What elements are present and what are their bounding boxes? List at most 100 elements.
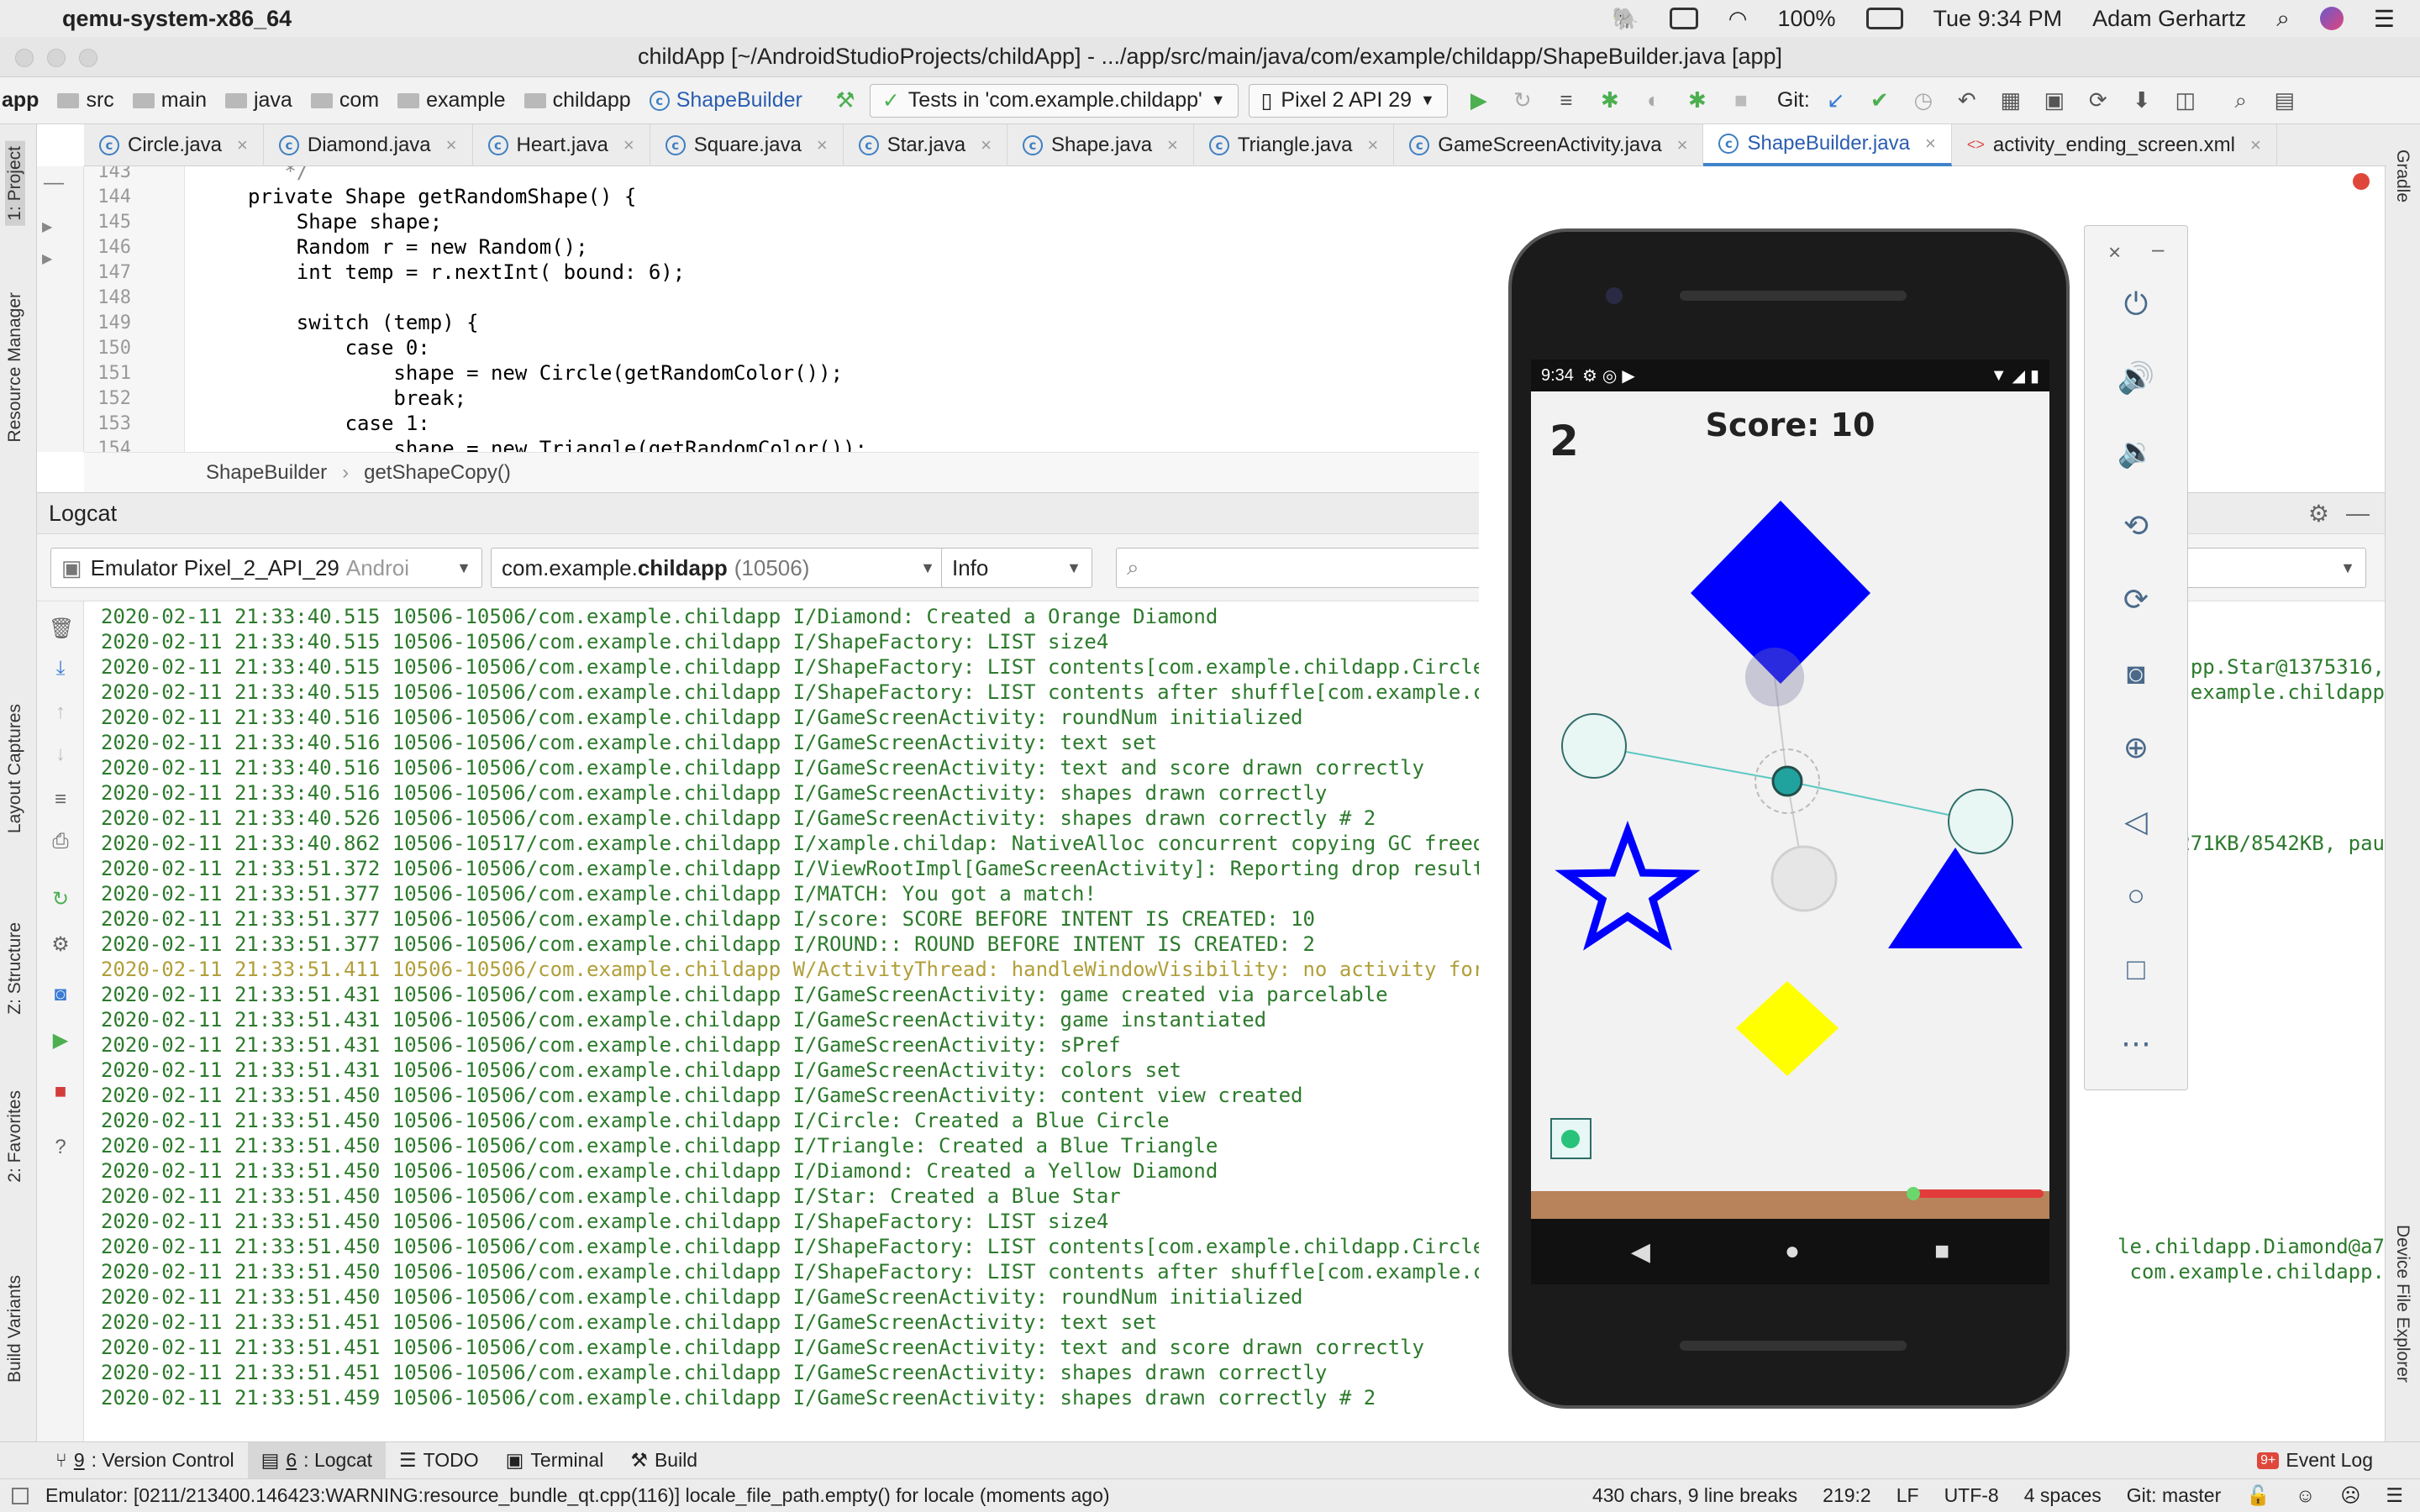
build-tool-button[interactable]: ⚒ Build xyxy=(617,1442,711,1479)
close-window-button[interactable] xyxy=(15,49,34,67)
todo-tool-button[interactable]: ☰ TODO xyxy=(386,1442,492,1479)
restart-icon[interactable]: ↻ xyxy=(49,887,72,911)
back-icon[interactable]: ◀ xyxy=(1631,1237,1650,1267)
tab-activity-ending-screen-xml[interactable]: <> activity_ending_screen.xml × xyxy=(1952,123,2277,166)
close-icon[interactable]: × xyxy=(1677,134,1688,156)
back-icon[interactable]: ◁ xyxy=(2115,804,2157,846)
volume-up-icon[interactable]: 🔊 xyxy=(2115,360,2157,402)
device-dropdown[interactable]: ▯ Pixel 2 API 29 ▼ xyxy=(1248,83,1448,118)
run-config-dropdown[interactable]: ✓ Tests in 'com.example.childapp' ▼ xyxy=(869,83,1239,118)
camera-icon[interactable]: ◙ xyxy=(2115,656,2157,698)
menu-app-name[interactable]: qemu-system-x86_64 xyxy=(62,6,292,32)
notification-center-icon[interactable]: ☰ xyxy=(2374,5,2395,33)
airplay-icon[interactable] xyxy=(1669,8,1698,29)
tab-star-java[interactable]: c Star.java × xyxy=(844,123,1007,166)
collapse-icon[interactable]: — xyxy=(44,171,64,195)
power-icon[interactable]: ⏻ xyxy=(2115,286,2157,328)
terminal-tool-button[interactable]: ▣ Terminal xyxy=(492,1442,618,1479)
crumb-java[interactable]: java xyxy=(224,88,292,113)
sdk-manager-icon[interactable]: ⬇ xyxy=(2129,87,2154,113)
lock-icon[interactable]: 🔓 xyxy=(2246,1484,2270,1507)
close-icon[interactable]: × xyxy=(1925,133,1936,155)
file-encoding[interactable]: UTF-8 xyxy=(1944,1484,1999,1507)
crumb-app[interactable]: app xyxy=(2,88,39,113)
status-message[interactable]: Emulator: [0211/213400.146423:WARNING:re… xyxy=(45,1484,1110,1507)
logcat-tool-button[interactable]: ▤ 6: Logcat xyxy=(247,1441,387,1479)
minimize-window-button[interactable] xyxy=(47,49,66,67)
close-icon[interactable]: × xyxy=(623,134,634,156)
minimize-icon[interactable]: – xyxy=(2152,236,2164,262)
package-filter-select[interactable]: com.example. childapp (10506) ▼ xyxy=(491,548,946,588)
crumb-example[interactable]: example xyxy=(397,88,506,113)
log-level-select[interactable]: Info ▼ xyxy=(941,548,1092,588)
crumb-com[interactable]: com xyxy=(310,88,379,113)
recents-icon[interactable]: ■ xyxy=(1934,1237,1949,1266)
favorites-tool-button[interactable]: 2: Favorites xyxy=(5,1090,25,1183)
rotate-right-icon[interactable]: ⟳ xyxy=(2115,582,2157,624)
stop-icon[interactable]: ■ xyxy=(49,1080,72,1104)
screen-record-icon[interactable]: ▶ xyxy=(49,1028,72,1052)
build-variants-tool-button[interactable]: Build Variants xyxy=(5,1275,25,1383)
tab-shapebuilder-java[interactable]: c ShapeBuilder.java × xyxy=(1703,123,1952,166)
teal-node-circle[interactable] xyxy=(1561,713,1627,779)
caret-position[interactable]: 219:2 xyxy=(1823,1484,1871,1507)
logcat-output[interactable]: 2020-02-11 21:33:40.515 10506-10506/com.… xyxy=(84,601,1512,1441)
rotate-left-icon[interactable]: ⟲ xyxy=(2115,508,2157,550)
indent-setting[interactable]: 4 spaces xyxy=(2024,1484,2102,1507)
layout-toggle-icon[interactable]: ▤ xyxy=(2272,87,2297,113)
activity-icon[interactable]: 🐘 xyxy=(1612,6,1639,32)
project-structure-icon[interactable]: ▦ xyxy=(1998,87,2023,113)
git-rollback-icon[interactable]: ↶ xyxy=(1954,87,1980,113)
menu-user[interactable]: Adam Gerhartz xyxy=(2092,6,2246,32)
volume-down-icon[interactable]: 🔉 xyxy=(2115,434,2157,476)
run-icon[interactable]: ▶ xyxy=(1466,87,1491,113)
tab-circle-java[interactable]: c Circle.java × xyxy=(84,123,264,166)
soft-wrap-icon[interactable]: ≡ xyxy=(49,788,72,811)
breadcrumb-class[interactable]: ShapeBuilder xyxy=(206,461,327,485)
gear-icon[interactable]: ⚙ xyxy=(2308,500,2329,528)
siri-icon[interactable] xyxy=(2319,7,2344,30)
tab-diamond-java[interactable]: c Diamond.java × xyxy=(264,123,473,166)
drop-target-circle[interactable] xyxy=(1745,648,1804,706)
crumb-childapp[interactable]: childapp xyxy=(523,88,631,113)
yellow-diamond-shape[interactable] xyxy=(1736,981,1839,1076)
git-history-icon[interactable]: ◷ xyxy=(1911,87,1936,113)
stop-icon[interactable]: ■ xyxy=(1728,87,1754,113)
tab-gamescreenactivity-java[interactable]: c GameScreenActivity.java × xyxy=(1394,123,1704,166)
tree-expander-icon[interactable]: ▶ xyxy=(42,218,52,235)
git-commit-icon[interactable]: ✔ xyxy=(1867,87,1892,113)
spotlight-icon[interactable]: ⌕ xyxy=(2276,5,2290,33)
zoom-icon[interactable]: ⊕ xyxy=(2115,730,2157,772)
log-search-input[interactable]: ⌕ xyxy=(1116,548,1502,588)
avd-manager-icon[interactable]: ▣ xyxy=(2042,87,2067,113)
search-everywhere-icon[interactable]: ⌕ xyxy=(2228,87,2254,113)
home-icon[interactable]: ○ xyxy=(2115,878,2157,920)
attach-debugger-icon[interactable]: ✱ xyxy=(1685,87,1710,113)
device-filter-select[interactable]: ▣ Emulator Pixel_2_API_29 Androi ▼ xyxy=(50,548,482,588)
close-icon[interactable]: × xyxy=(981,134,992,156)
help-icon[interactable]: ? xyxy=(49,1136,72,1159)
close-icon[interactable]: × xyxy=(1167,134,1178,156)
screen-capture-icon[interactable]: ◙ xyxy=(49,983,72,1006)
game-canvas[interactable]: 2 Score: 10 xyxy=(1531,391,2049,1219)
status-toggle-icon[interactable] xyxy=(12,1487,29,1504)
git-update-icon[interactable]: ↙ xyxy=(1823,87,1849,113)
center-node-circle[interactable] xyxy=(1771,765,1803,797)
gradle-tool-button[interactable]: Gradle xyxy=(2392,150,2412,202)
menu-clock[interactable]: Tue 9:34 PM xyxy=(1933,6,2063,32)
phone-screen[interactable]: 9:34 ⚙ ◎ ▶ ▼ ◢ ▮ 2 Score: 10 xyxy=(1531,360,2049,1219)
event-log-tool-button[interactable]: 9+ Event Log xyxy=(2244,1442,2386,1479)
breadcrumb-method[interactable]: getShapeCopy() xyxy=(364,461,511,485)
project-tool-button[interactable]: 1: Project xyxy=(5,141,25,226)
hide-panel-icon[interactable]: — xyxy=(2346,500,2370,527)
trash-icon[interactable]: 🗑 xyxy=(49,617,74,640)
overview-icon[interactable]: □ xyxy=(2115,952,2157,994)
blue-triangle-shape[interactable] xyxy=(1888,848,2023,948)
print-icon[interactable]: ⎙ xyxy=(49,830,72,853)
more-icon[interactable]: ⋯ xyxy=(2115,1026,2157,1068)
close-icon[interactable]: × xyxy=(817,134,828,156)
git-branch[interactable]: Git: master xyxy=(2127,1484,2221,1507)
hammer-build-icon[interactable]: ⚒ xyxy=(833,87,858,113)
resource-manager-tool-button[interactable]: Resource Manager xyxy=(5,292,25,443)
close-icon[interactable]: × xyxy=(2108,239,2121,265)
